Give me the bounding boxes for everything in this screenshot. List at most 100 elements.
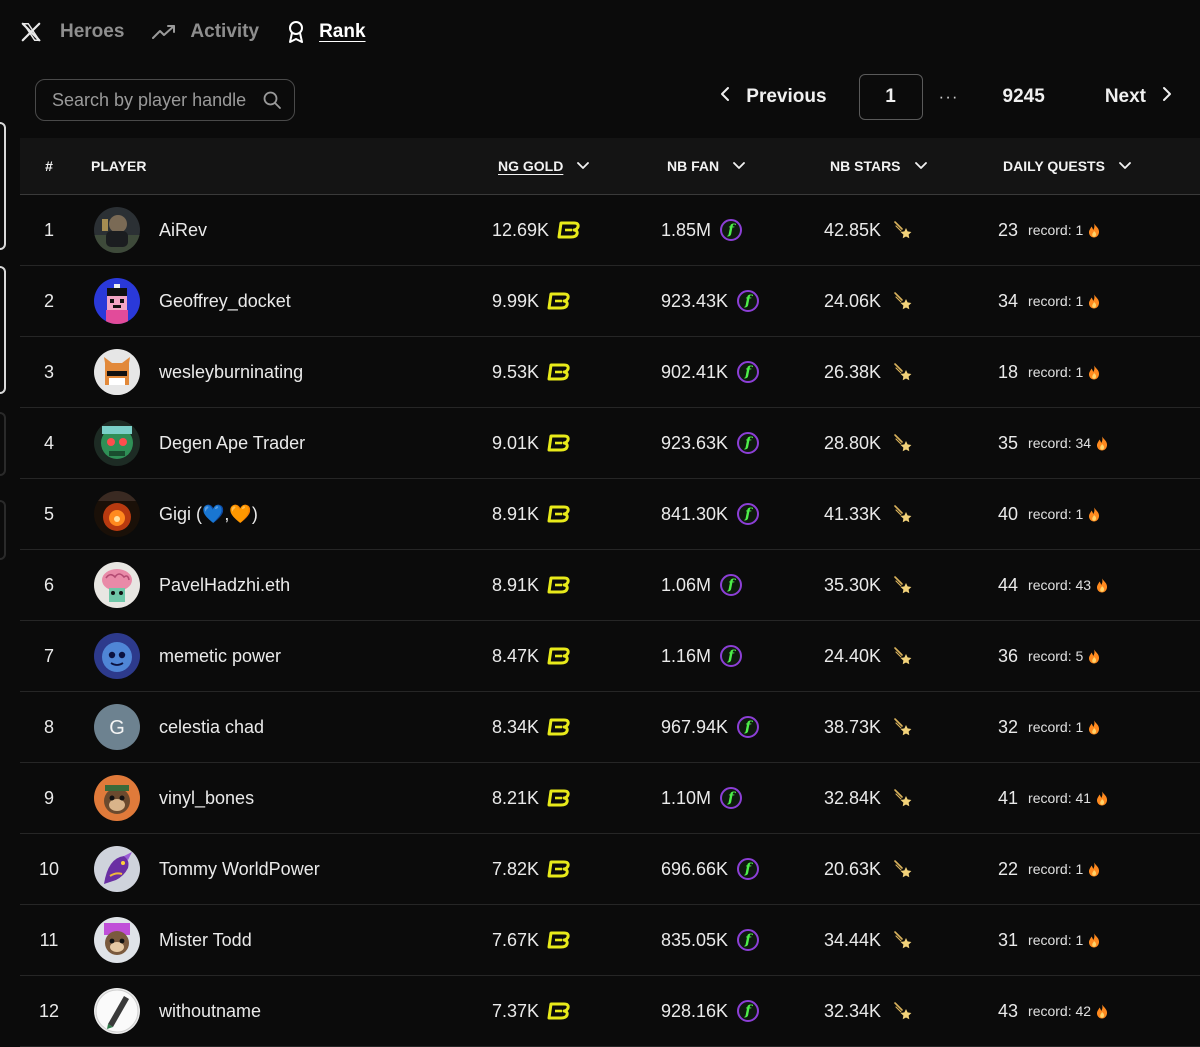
header-nb-stars: NB STARS	[830, 158, 901, 174]
table-row[interactable]: 7 memetic power 8.47K 1.16M f 24.40K 36 …	[20, 621, 1200, 692]
player-cell[interactable]: memetic power	[94, 633, 281, 679]
f-token-icon: f	[737, 858, 760, 880]
flame-icon	[1088, 649, 1100, 664]
search-icon[interactable]	[262, 90, 282, 110]
gold-value: 8.47K	[492, 645, 540, 666]
last-page-button[interactable]: 9245	[1003, 86, 1045, 108]
fan-cell: 928.16K f	[661, 1000, 760, 1022]
nav-rank[interactable]: Rank	[287, 20, 366, 44]
table-row[interactable]: 3 wesleyburninating 9.53K 902.41K f 26.3…	[20, 337, 1200, 408]
player-name[interactable]: memetic power	[159, 646, 281, 667]
player-cell[interactable]: Tommy WorldPower	[94, 846, 320, 892]
table-row[interactable]: 12 withoutname 7.37K 928.16K f 32.34K 43…	[20, 976, 1200, 1047]
shooting-star-icon	[893, 362, 913, 382]
player-cell[interactable]: vinyl_bones	[94, 775, 254, 821]
sort-daily-quests[interactable]: DAILY QUESTS	[1003, 158, 1131, 174]
x-logo-icon[interactable]	[18, 19, 44, 45]
player-name[interactable]: Geoffrey_docket	[159, 291, 291, 312]
player-name[interactable]: PavelHadzhi.eth	[159, 575, 290, 596]
record-value: record: 34	[1028, 435, 1092, 451]
table-row[interactable]: 11 Mister Todd 7.67K 835.05K f 34.44K 31…	[20, 905, 1200, 976]
player-cell[interactable]: withoutname	[94, 988, 261, 1034]
rank-cell: 5	[43, 503, 54, 524]
table-row[interactable]: 10 Tommy WorldPower 7.82K 696.66K f 20.6…	[20, 834, 1200, 905]
avatar: G	[94, 704, 140, 750]
sort-nb-stars[interactable]: NB STARS	[830, 158, 927, 174]
stars-cell: 42.85K	[824, 220, 913, 241]
quests-value: 41	[998, 787, 1019, 808]
previous-button[interactable]: Previous	[720, 86, 827, 108]
quests-cell: 41 record: 41	[998, 788, 1108, 809]
player-cell[interactable]: Gigi (💙,🧡)	[94, 491, 258, 537]
fan-cell: 923.63K f	[661, 432, 760, 454]
f-token-icon: f	[737, 503, 760, 525]
player-cell[interactable]: wesleyburninating	[94, 349, 303, 395]
table-row[interactable]: 6 PavelHadzhi.eth 8.91K 1.06M f 35.30K 4…	[20, 550, 1200, 621]
player-cell[interactable]: G celestia chad	[94, 704, 264, 750]
current-page-button[interactable]: 1	[858, 74, 923, 120]
avatar	[94, 988, 140, 1034]
gold-cell: 8.91K	[492, 504, 571, 525]
b-coin-icon	[547, 292, 571, 310]
gold-cell: 8.34K	[492, 717, 571, 738]
table-row[interactable]: 2 Geoffrey_docket 9.99K 923.43K f 24.06K…	[20, 266, 1200, 337]
table-row[interactable]: 1 AiRev 12.69K 1.85M f 42.85K 23 record:…	[20, 195, 1200, 266]
player-cell[interactable]: PavelHadzhi.eth	[94, 562, 290, 608]
gold-value: 8.21K	[492, 787, 540, 808]
nav-rank-label: Rank	[319, 21, 366, 42]
player-cell[interactable]: Mister Todd	[94, 917, 252, 963]
sort-nb-fan[interactable]: NB FAN	[667, 158, 746, 174]
next-label: Next	[1104, 86, 1146, 107]
quests-value: 34	[998, 290, 1019, 311]
table-row[interactable]: 9 vinyl_bones 8.21K 1.10M f 32.84K 41 re…	[20, 763, 1200, 834]
search-box	[35, 79, 295, 121]
stars-cell: 32.34K	[824, 1001, 913, 1022]
fan-cell: 1.06M f	[661, 574, 743, 596]
chevron-down-icon	[577, 162, 590, 170]
b-coin-icon	[547, 434, 571, 452]
player-name[interactable]: Gigi (💙,🧡)	[159, 504, 258, 525]
table-row[interactable]: 8 G celestia chad 8.34K 967.94K f 38.73K…	[20, 692, 1200, 763]
nav-heroes[interactable]: Heroes	[60, 21, 124, 43]
stars-cell: 24.06K	[824, 291, 913, 312]
f-token-icon: f	[737, 361, 760, 383]
top-nav: Heroes Activity Rank	[18, 14, 394, 50]
player-cell[interactable]: AiRev	[94, 207, 207, 253]
player-cell[interactable]: Degen Ape Trader	[94, 420, 305, 466]
player-name[interactable]: wesleyburninating	[159, 362, 303, 383]
player-name[interactable]: Mister Todd	[159, 930, 252, 951]
fan-cell: 696.66K f	[661, 858, 760, 880]
player-name[interactable]: AiRev	[159, 220, 207, 241]
player-name[interactable]: vinyl_bones	[159, 788, 254, 809]
player-name[interactable]: Degen Ape Trader	[159, 433, 305, 454]
nav-activity[interactable]: Activity	[152, 21, 259, 43]
chevron-down-icon	[1119, 162, 1131, 170]
player-name[interactable]: withoutname	[159, 1001, 261, 1022]
table-row[interactable]: 5 Gigi (💙,🧡) 8.91K 841.30K f 41.33K 40 r…	[20, 479, 1200, 550]
stars-value: 24.40K	[824, 645, 882, 666]
gold-cell: 8.21K	[492, 788, 571, 809]
stars-cell: 38.73K	[824, 717, 913, 738]
next-button[interactable]: Next	[1105, 86, 1172, 108]
rank-cell: 8	[43, 716, 54, 737]
sort-ng-gold[interactable]: NG GOLD	[498, 158, 590, 174]
quests-cell: 32 record: 1	[998, 717, 1100, 738]
player-name[interactable]: celestia chad	[159, 717, 264, 738]
player-cell[interactable]: Geoffrey_docket	[94, 278, 291, 324]
header-player: PLAYER	[91, 158, 147, 174]
left-panel-edge	[0, 500, 6, 560]
stars-value: 24.06K	[824, 290, 882, 311]
search-input[interactable]	[50, 88, 262, 112]
rank-cell: 4	[43, 432, 54, 453]
avatar	[94, 846, 140, 892]
record-value: record: 1	[1028, 932, 1084, 948]
quests-value: 22	[998, 858, 1019, 879]
fan-value: 923.43K	[661, 290, 729, 311]
table-row[interactable]: 4 Degen Ape Trader 9.01K 923.63K f 28.80…	[20, 408, 1200, 479]
player-name[interactable]: Tommy WorldPower	[159, 859, 320, 880]
gold-value: 7.67K	[492, 929, 540, 950]
rank-cell: 2	[43, 290, 54, 311]
gold-value: 8.34K	[492, 716, 540, 737]
quests-cell: 18 record: 1	[998, 362, 1100, 383]
stars-value: 35.30K	[824, 574, 882, 595]
